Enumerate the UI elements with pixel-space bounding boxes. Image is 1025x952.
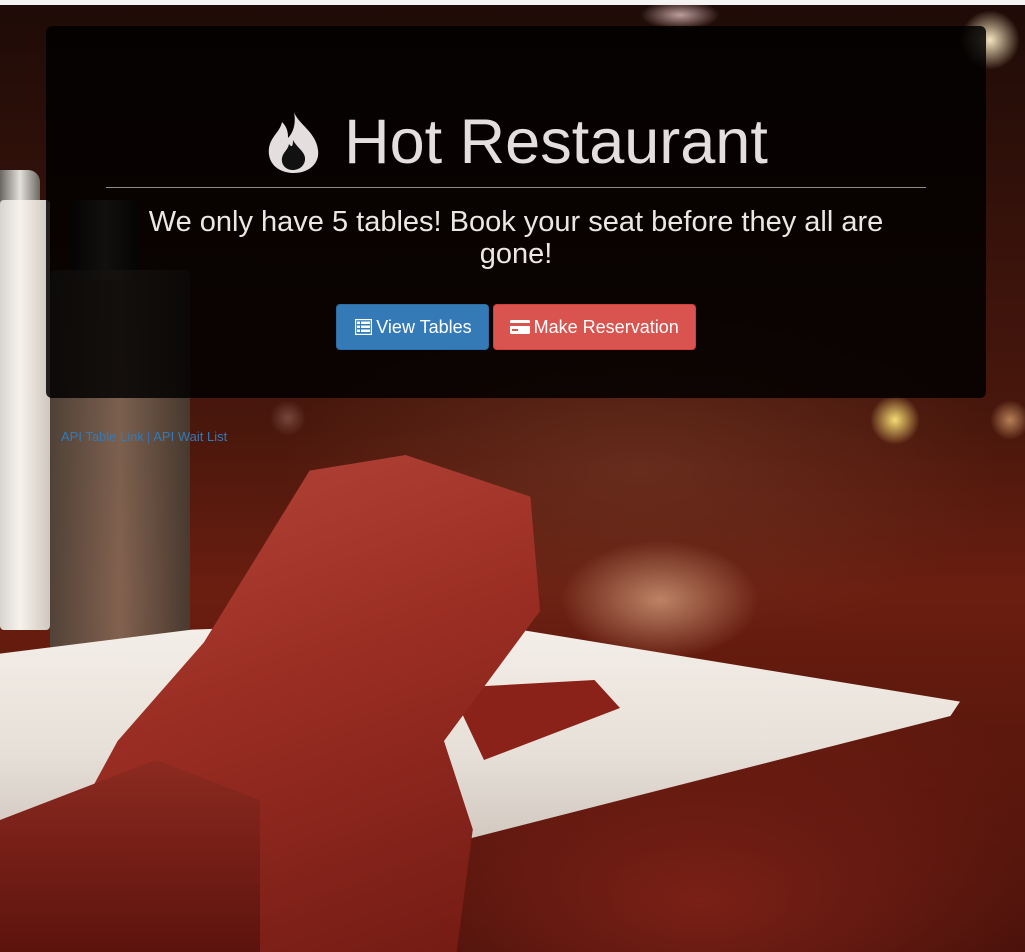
api-table-link[interactable]: API Table Link <box>61 429 144 444</box>
bokeh-light <box>270 400 306 436</box>
page-title-text: Hot Restaurant <box>344 106 768 177</box>
jumbotron: Hot Restaurant We only have 5 tables! Bo… <box>46 26 986 398</box>
table-list-icon <box>355 319 373 335</box>
top-strip <box>0 0 1025 5</box>
link-separator: | <box>146 429 151 444</box>
api-links: API Table Link | API Wait List <box>61 429 227 444</box>
view-tables-button[interactable]: View Tables <box>336 304 489 350</box>
view-tables-label: View Tables <box>376 316 472 337</box>
lead-text: We only have 5 tables! Book your seat be… <box>148 206 884 271</box>
api-wait-list-link[interactable]: API Wait List <box>153 429 227 444</box>
action-buttons: View Tables Make Reservation <box>46 304 986 350</box>
divider <box>106 187 926 188</box>
page-title: Hot Restaurant <box>46 110 986 174</box>
bokeh-light <box>870 395 920 445</box>
bokeh-light <box>990 400 1025 440</box>
fire-icon <box>268 112 319 173</box>
credit-card-icon <box>509 320 530 334</box>
salt-shaker <box>0 200 50 630</box>
make-reservation-label: Make Reservation <box>533 316 679 337</box>
make-reservation-button[interactable]: Make Reservation <box>492 304 696 350</box>
